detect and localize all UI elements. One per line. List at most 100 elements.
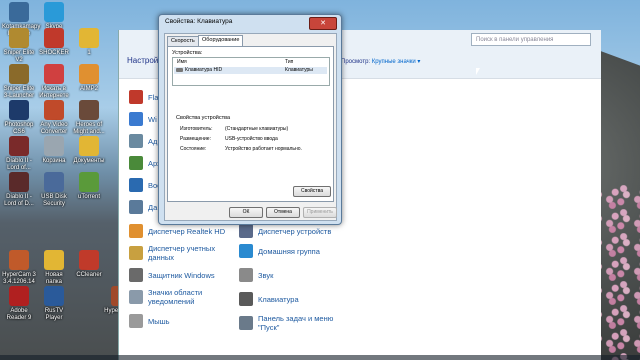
device-properties-heading: Свойства устройства [176, 115, 231, 121]
app-icon [44, 64, 64, 84]
desktop-icon[interactable]: Heroes of Might and... [72, 100, 106, 136]
view-selector[interactable]: Просмотр: Крупные значки ▾ [341, 58, 420, 65]
desktop-icon-label: Новая папка [45, 272, 63, 285]
taskbar [0, 355, 640, 360]
control-panel-item-icon [129, 200, 143, 214]
desktop-icon-label: 1 [87, 50, 91, 56]
devices-list: Имя Тип Клавиатура HID Клавиатуры [172, 57, 330, 86]
control-panel-item-label: Диспетчер учетных данных [148, 244, 216, 262]
desktop-icon[interactable]: Diablo II - Lord of D... [2, 172, 36, 208]
app-icon [79, 250, 99, 270]
control-panel-item[interactable]: Мышь [129, 314, 170, 328]
control-panel-item[interactable]: Арх [129, 156, 161, 170]
prop-label: Изготовитель: [180, 126, 213, 132]
desktop-icon[interactable]: Новая папка [37, 250, 71, 286]
desktop-icon[interactable]: Sniper Elite V2 [2, 28, 36, 64]
control-panel-item-label: Домашняя группа [258, 246, 320, 256]
control-panel-item-label: Панель задач и меню "Пуск" [258, 314, 334, 332]
desktop-icon[interactable]: HyperCam 3 3.4.1206.14 [2, 250, 36, 286]
desktop-icon-label: RusTV Player [44, 308, 64, 321]
desktop-icon[interactable]: Photoshop CS6 [2, 100, 36, 136]
control-panel-item-label: Диспетчер Realtek HD [148, 226, 226, 236]
desktop-icon[interactable]: AIMP2 [72, 64, 106, 93]
app-icon [79, 64, 99, 84]
devices-group-label: Устройства: [172, 50, 203, 56]
control-panel-item[interactable]: Диспетчер учетных данных [129, 244, 215, 262]
control-panel-item[interactable]: Значки области уведомлений [129, 288, 202, 306]
app-icon [44, 28, 64, 48]
keyboard-icon [176, 68, 183, 72]
desktop-icon[interactable]: Документы [72, 136, 106, 165]
control-panel-item[interactable]: Да [129, 200, 157, 214]
desktop: Kotamkamapy RemakeSkypeSniper Elite V2SH… [0, 0, 640, 360]
search-input[interactable]: Поиск в панели управления [471, 33, 591, 46]
prop-value: Устройство работает нормально. [225, 146, 302, 152]
desktop-icon[interactable]: RusTV Player [37, 286, 71, 322]
desktop-icon[interactable]: CCleaner [72, 250, 106, 279]
apply-button[interactable]: Применить [303, 207, 337, 218]
control-panel-item-icon [129, 246, 143, 260]
control-panel-item-icon [239, 268, 253, 282]
app-icon [9, 64, 29, 84]
desktop-icon[interactable]: Any Video Converter [37, 100, 71, 136]
app-icon [79, 172, 99, 192]
tab-speed[interactable]: Скорость [167, 36, 199, 46]
ok-button[interactable]: ОК [229, 207, 263, 218]
dialog-body: Скорость Оборудование Устройства: Имя Ти… [164, 33, 337, 221]
control-panel-item[interactable]: Диспетчер Realtek HD [129, 224, 225, 238]
desktop-icon[interactable]: Sniper Elite 3-Launcher [2, 64, 36, 100]
control-panel-item[interactable]: Звук [239, 268, 273, 282]
close-button[interactable]: ✕ [309, 17, 337, 30]
desktop-icon-label: HyperCam 3 3.4.1206.14 [2, 272, 36, 285]
desktop-icon-label: Корзина [42, 158, 66, 164]
desktop-icon-label: AIMP2 [79, 86, 98, 92]
list-header-type[interactable]: Тип [285, 58, 293, 66]
control-panel-item-icon [239, 292, 253, 306]
mouse-cursor [476, 68, 480, 75]
keyboard-properties-dialog: Свойства: Клавиатура ✕ Скорость Оборудов… [158, 14, 342, 225]
desktop-icon[interactable]: uTorrent [72, 172, 106, 201]
control-panel-item[interactable]: Домашняя группа [239, 244, 320, 258]
desktop-icon[interactable]: Корзина [37, 136, 71, 165]
control-panel-item-icon [129, 178, 143, 192]
control-panel-item[interactable]: Диспетчер устройств [239, 224, 331, 238]
desktop-icon-label: uTorrent [77, 194, 100, 200]
desktop-icon-label: Heroes of Might and... [73, 122, 105, 135]
desktop-icon[interactable]: Skype [37, 2, 71, 31]
view-label: Просмотр: [341, 59, 371, 65]
control-panel-item-icon [129, 314, 143, 328]
app-icon [79, 136, 99, 156]
desktop-icon[interactable]: SHOCKER [37, 28, 71, 57]
control-panel-item[interactable]: Панель задач и меню "Пуск" [239, 314, 333, 332]
desktop-icon[interactable]: USB Disk Security [37, 172, 71, 208]
view-value[interactable]: Крупные значки ▾ [372, 59, 421, 65]
desktop-icon[interactable]: 1 [72, 28, 106, 57]
desktop-icon-label: Документы [73, 158, 105, 164]
control-panel-item-label: Ад [148, 136, 158, 146]
control-panel-item[interactable]: Клавиатура [239, 292, 299, 306]
desktop-icon-label: USB Disk Security [41, 194, 67, 207]
control-panel-item-icon [129, 268, 143, 282]
tab-hardware[interactable]: Оборудование [198, 35, 244, 46]
desktop-icon-label: Sniper Elite V2 [3, 50, 35, 63]
control-panel-item[interactable]: Вос [129, 178, 161, 192]
desktop-icon[interactable]: Diablo II - Lord of... [2, 136, 36, 172]
dialog-title: Свойства: Клавиатура [165, 18, 233, 25]
control-panel-item-icon [129, 112, 143, 126]
control-panel-item-label: Fla [148, 92, 159, 102]
app-icon [44, 2, 64, 22]
control-panel-item-icon [129, 156, 143, 170]
control-panel-item[interactable]: Защитник Windows [129, 268, 215, 282]
control-panel-item[interactable]: Wi [129, 112, 157, 126]
desktop-icon[interactable]: Искать в Интернете [37, 64, 71, 100]
cancel-button[interactable]: Отмена [266, 207, 300, 218]
desktop-icon-label: Adobe Reader 9 [6, 308, 32, 321]
desktop-icon-label: Diablo II - Lord of D... [4, 194, 34, 207]
properties-button[interactable]: Свойства [293, 186, 331, 197]
control-panel-item[interactable]: Fla [129, 90, 158, 104]
app-icon [9, 286, 29, 306]
desktop-icon[interactable]: Adobe Reader 9 [2, 286, 36, 322]
control-panel-item[interactable]: Ад [129, 134, 157, 148]
list-header-name[interactable]: Имя [177, 58, 187, 66]
app-icon [44, 250, 64, 270]
